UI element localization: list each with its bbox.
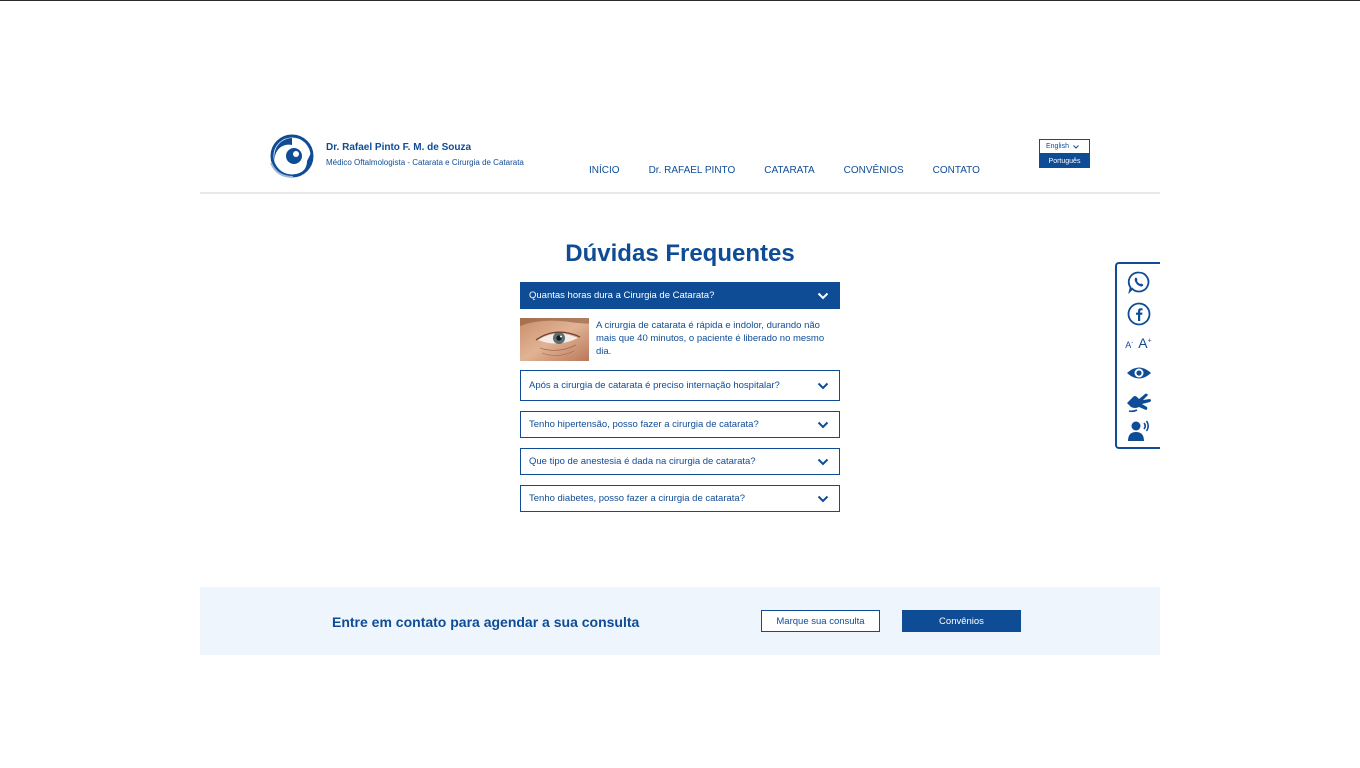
- low-vision-icon: [1126, 364, 1151, 379]
- nav-contato[interactable]: CONTATO: [933, 165, 980, 176]
- language-option-portugues[interactable]: Português: [1039, 154, 1090, 168]
- site-header: Dr. Rafael Pinto F. M. de Souza Médico O…: [200, 128, 1160, 194]
- chevron-down-icon: [817, 292, 829, 299]
- schedule-appointment-button[interactable]: Marque sua consulta: [761, 610, 880, 632]
- screen-reader-icon: [1127, 420, 1149, 441]
- contact-cta-banner: Entre em contato para agendar a sua cons…: [200, 587, 1160, 655]
- sign-language-icon: [1126, 393, 1151, 413]
- low-vision-button[interactable]: [1117, 363, 1160, 383]
- faq-question-text: Que tipo de anestesia é dada na cirurgia…: [529, 456, 756, 467]
- chevron-down-icon: [817, 495, 829, 502]
- faq-question-text: Tenho diabetes, posso fazer a cirurgia d…: [529, 493, 745, 504]
- language-selected: English: [1046, 143, 1069, 150]
- main-nav: INÍCIO Dr. RAFAEL PINTO CATARATA CONVÊNI…: [589, 165, 980, 176]
- font-size-controls: A- A+: [1117, 336, 1160, 350]
- chevron-down-icon: [1073, 144, 1079, 149]
- nav-catarata[interactable]: CATARATA: [764, 165, 814, 176]
- logo-icon[interactable]: [267, 133, 319, 179]
- font-increase-button[interactable]: A+: [1138, 336, 1151, 350]
- accessibility-toolbar: A- A+: [1115, 262, 1160, 449]
- chevron-down-icon: [817, 458, 829, 465]
- faq-question-text: Tenho hipertensão, posso fazer a cirurgi…: [529, 419, 759, 430]
- insurance-button[interactable]: Convênios: [902, 610, 1021, 632]
- faq-answer-text: A cirurgia de catarata é rápida e indolo…: [596, 320, 825, 357]
- facebook-button[interactable]: [1117, 302, 1160, 326]
- brand-name[interactable]: Dr. Rafael Pinto F. M. de Souza: [326, 142, 471, 153]
- faq-answer-1: A cirurgia de catarata é rápida e indolo…: [520, 318, 840, 362]
- faq-question-5[interactable]: Tenho diabetes, posso fazer a cirurgia d…: [520, 485, 840, 512]
- font-size-icon: A- A+: [1125, 336, 1151, 350]
- nav-dr-rafael-pinto[interactable]: Dr. RAFAEL PINTO: [649, 165, 736, 176]
- chevron-down-icon: [817, 421, 829, 428]
- whatsapp-icon: [1127, 271, 1149, 294]
- whatsapp-button[interactable]: [1117, 270, 1160, 294]
- faq-question-text: Após a cirurgia de catarata é preciso in…: [529, 380, 780, 391]
- eye-photo: [520, 318, 589, 361]
- faq-title: Dúvidas Frequentes: [565, 240, 795, 267]
- nav-inicio[interactable]: INÍCIO: [589, 165, 620, 176]
- brand-subtitle: Médico Oftalmologista - Catarata e Cirur…: [326, 158, 524, 167]
- font-increase-label: A: [1138, 335, 1148, 351]
- sign-language-button[interactable]: [1117, 391, 1160, 413]
- faq-question-1[interactable]: Quantas horas dura a Cirurgia de Catarat…: [520, 282, 840, 309]
- faq-question-text: Quantas horas dura a Cirurgia de Catarat…: [529, 290, 715, 301]
- faq-question-2[interactable]: Após a cirurgia de catarata é preciso in…: [520, 370, 840, 401]
- faq-question-3[interactable]: Tenho hipertensão, posso fazer a cirurgi…: [520, 411, 840, 438]
- facebook-icon: [1127, 302, 1150, 326]
- chevron-down-icon: [817, 382, 829, 389]
- language-select[interactable]: English: [1039, 139, 1090, 154]
- screen-reader-button[interactable]: [1117, 420, 1160, 442]
- cta-text: Entre em contato para agendar a sua cons…: [332, 614, 640, 630]
- top-rule: [0, 0, 1360, 1]
- font-decrease-button[interactable]: A-: [1125, 340, 1133, 350]
- language-selector: English Português: [1039, 139, 1090, 168]
- nav-convenios[interactable]: CONVÊNIOS: [844, 165, 904, 176]
- faq-question-4[interactable]: Que tipo de anestesia é dada na cirurgia…: [520, 448, 840, 475]
